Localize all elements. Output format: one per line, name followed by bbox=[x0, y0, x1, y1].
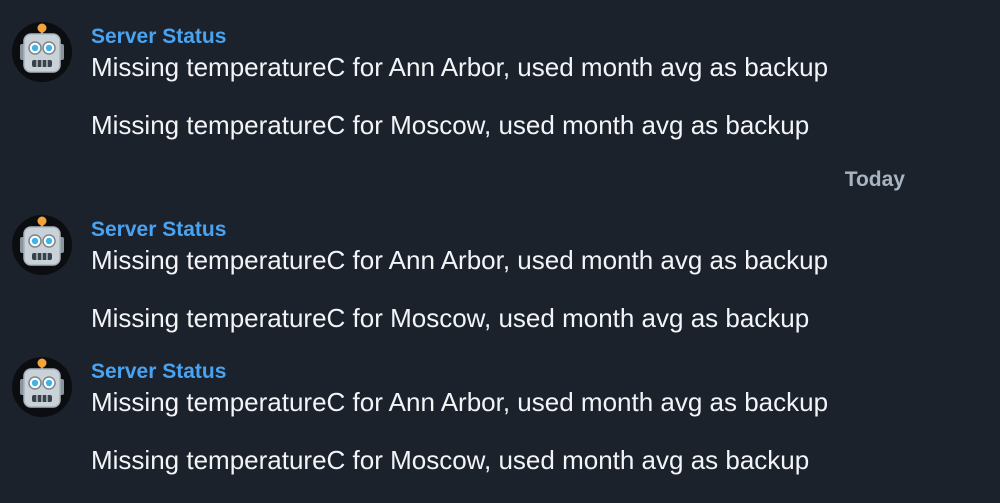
message-text: Missing temperatureC for Moscow, used mo… bbox=[91, 110, 810, 140]
sender-name[interactable]: Server Status bbox=[91, 218, 226, 242]
message-text: Missing temperatureC for Ann Arbor, used… bbox=[91, 387, 829, 417]
date-separator: Today bbox=[844, 168, 905, 191]
sender-name[interactable]: Server Status bbox=[91, 360, 226, 384]
robot-icon[interactable] bbox=[12, 215, 72, 275]
robot-icon[interactable] bbox=[12, 22, 72, 82]
message-text: Missing temperatureC for Moscow, used mo… bbox=[91, 303, 810, 333]
sender-name[interactable]: Server Status bbox=[91, 25, 226, 49]
message-text: Missing temperatureC for Moscow, used mo… bbox=[91, 445, 810, 475]
message-text: Missing temperatureC for Ann Arbor, used… bbox=[91, 52, 829, 82]
message-text: Missing temperatureC for Ann Arbor, used… bbox=[91, 245, 829, 275]
robot-icon[interactable] bbox=[12, 357, 72, 417]
